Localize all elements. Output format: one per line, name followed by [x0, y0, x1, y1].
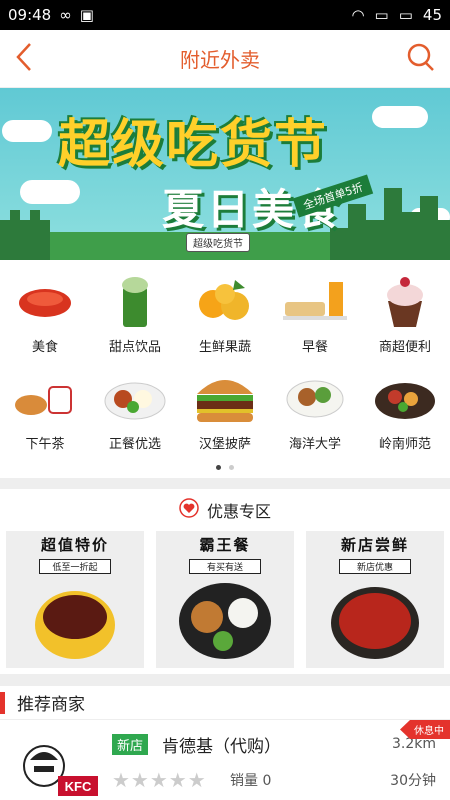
- category-grid: 美食 甜点饮品 生鲜果蔬 早餐 商超便利 下午茶 正餐优选 汉堡披萨 海洋大学 …: [0, 260, 450, 452]
- rice-bowl-icon: [282, 369, 348, 427]
- back-icon[interactable]: [14, 42, 34, 76]
- category-label: 生鲜果蔬: [198, 340, 251, 355]
- category-lingnan-normal[interactable]: 岭南师范: [360, 369, 450, 452]
- category-label: 甜点饮品: [108, 340, 161, 355]
- promo-card-subtitle: 低至一折起: [39, 559, 111, 574]
- battery-icon: ▭: [398, 6, 413, 24]
- page-dot: [229, 464, 234, 470]
- category-label: 岭南师范: [378, 437, 431, 452]
- wifi-icon: ◠: [351, 6, 365, 24]
- shop-delivery-time: 30分钟: [390, 773, 436, 789]
- category-breakfast[interactable]: 早餐: [270, 272, 360, 355]
- shop-sales: 销量 0: [230, 773, 272, 789]
- category-afternoon-tea[interactable]: 下午茶: [0, 369, 90, 452]
- status-bar: 09:48 ∞ ▣ ◠ ▭ ▭ 45: [0, 0, 450, 30]
- promo-card-subtitle: 有买有送: [189, 559, 261, 574]
- category-burger-pizza[interactable]: 汉堡披萨: [180, 369, 270, 452]
- category-label: 下午茶: [25, 437, 65, 452]
- battery-level: 45: [422, 6, 442, 24]
- page-title: 附近外卖: [180, 48, 260, 72]
- category-label: 汉堡披萨: [198, 437, 251, 452]
- burger-icon: [192, 369, 258, 427]
- category-label: 商超便利: [378, 340, 431, 355]
- category-label: 海洋大学: [288, 437, 341, 452]
- category-ocean-university[interactable]: 海洋大学: [270, 369, 360, 452]
- promo-card-new-store[interactable]: 新店尝鲜 新店优惠: [306, 531, 444, 668]
- category-drinks[interactable]: 甜点饮品: [90, 272, 180, 355]
- category-food[interactable]: 美食: [0, 272, 90, 355]
- orange-icon: [192, 272, 258, 330]
- page-dot-active: [216, 464, 221, 470]
- shop-name: 肯德基（代购）: [162, 737, 281, 757]
- meal-icon: [102, 369, 168, 427]
- cupcake-icon: [372, 272, 438, 330]
- top-nav: 附近外卖: [0, 30, 450, 88]
- bowl-image: [35, 591, 115, 659]
- breakfast-icon: [282, 272, 348, 330]
- plate-image: [179, 583, 271, 659]
- promo-card-subtitle: 新店优惠: [339, 559, 411, 574]
- banner-bottom-tag: 超级吃货节: [186, 233, 250, 252]
- category-label: 正餐优选: [108, 437, 161, 452]
- promo-cards: 超值特价 低至一折起 霸王餐 有买有送 新店尝鲜 新店优惠: [0, 531, 450, 668]
- status-time: 09:48: [8, 6, 52, 24]
- recommend-header: 推荐商家: [0, 686, 450, 720]
- promo-card-free-meal[interactable]: 霸王餐 有买有送: [156, 531, 294, 668]
- category-label: 美食: [31, 340, 58, 355]
- promo-card-title: 超值特价: [40, 536, 109, 554]
- promo-card-title: 新店尝鲜: [340, 536, 409, 554]
- shop-logo: KFC: [14, 740, 98, 800]
- drink-icon: [102, 272, 168, 330]
- banner-headline: 超级吃货节: [58, 115, 329, 175]
- promo-banner[interactable]: 超级吃货节 夏日美食 全场首单5折 超级吃货节: [0, 88, 450, 260]
- shop-card[interactable]: KFC 新店 肯德基（代购） 3.2km ★★★★★ 销量 0 30分钟 休息中: [0, 720, 450, 800]
- status-badge: 休息中: [400, 720, 450, 739]
- infinity-icon: ∞: [59, 6, 72, 24]
- wall-decoration: [0, 210, 50, 260]
- image-icon: ▣: [79, 6, 94, 24]
- sim-icon: ▭: [374, 6, 389, 24]
- heart-icon: [179, 498, 199, 522]
- crab-icon: [12, 272, 78, 330]
- hotpot-icon: [372, 369, 438, 427]
- page-indicator: [0, 462, 450, 472]
- tea-icon: [12, 369, 78, 427]
- crayfish-image: [331, 587, 419, 659]
- promo-section-title: 优惠专区: [206, 502, 271, 521]
- promo-card-title: 霸王餐: [199, 536, 251, 554]
- category-meals[interactable]: 正餐优选: [90, 369, 180, 452]
- category-fruits[interactable]: 生鲜果蔬: [180, 272, 270, 355]
- category-label: 早餐: [301, 340, 328, 355]
- category-convenience[interactable]: 商超便利: [360, 272, 450, 355]
- shop-logo-text: KFC: [65, 779, 92, 794]
- promo-card-deals[interactable]: 超值特价 低至一折起: [6, 531, 144, 668]
- search-icon[interactable]: [406, 42, 436, 76]
- rating-stars: ★★★★★: [112, 768, 207, 792]
- recommend-title: 推荐商家: [17, 695, 85, 715]
- new-store-badge: 新店: [112, 734, 149, 755]
- promo-section-header: 优惠专区: [0, 489, 450, 531]
